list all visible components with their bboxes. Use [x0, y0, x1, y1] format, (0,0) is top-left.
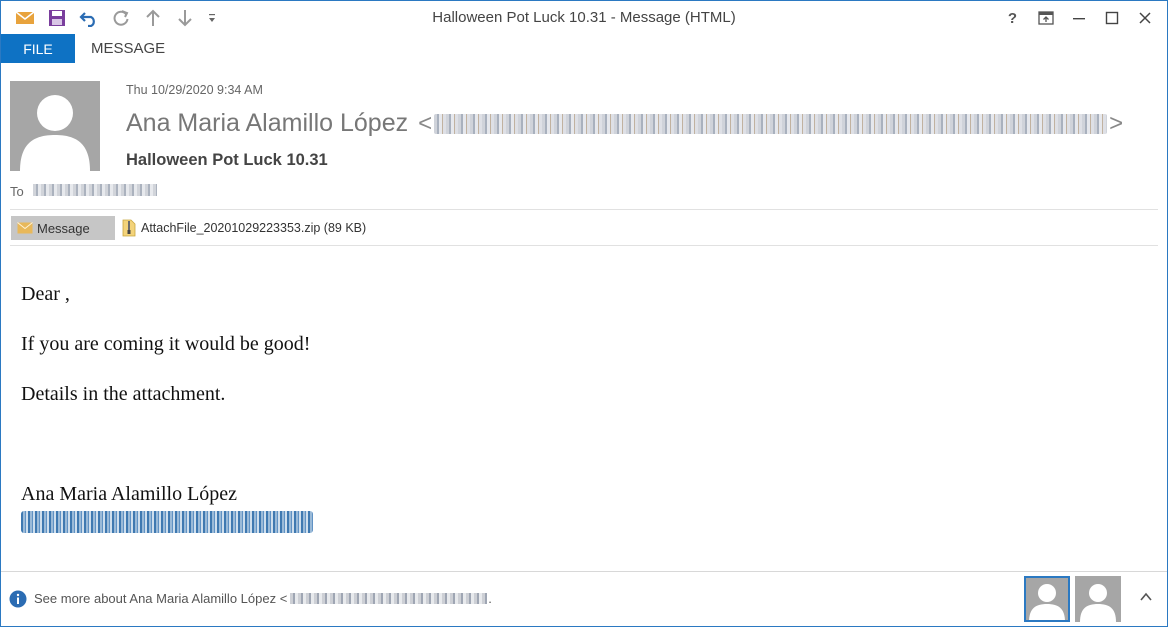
minimize-icon [1072, 18, 1085, 20]
to-label: To [10, 184, 24, 199]
message-subject: Halloween Pot Luck 10.31 [126, 151, 328, 169]
tab-file[interactable]: FILE [1, 34, 75, 63]
sender-name[interactable]: Ana Maria Alamillo López [126, 109, 408, 138]
ribbon-display-options-button[interactable] [1029, 5, 1062, 31]
redacted-sender-email [434, 113, 1108, 134]
sender-line[interactable]: Ana Maria Alamillo López < > [126, 109, 1123, 138]
sender-email-open: < [418, 109, 433, 137]
ribbon-display-icon [1037, 11, 1054, 25]
envelope-icon [17, 222, 33, 234]
body-line-1: If you are coming it would be good! [21, 333, 311, 355]
header-divider [10, 209, 1158, 210]
person-silhouette-icon [20, 95, 90, 171]
tab-message[interactable]: MESSAGE [91, 40, 165, 57]
maximize-icon [1105, 11, 1118, 25]
people-pane-avatar-recipient[interactable] [1075, 576, 1121, 622]
redacted-recipient[interactable] [33, 184, 157, 196]
signature-name: Ana Maria Alamillo López [21, 483, 238, 505]
people-pane-avatar-sender[interactable] [1024, 576, 1070, 622]
footer-period: . [488, 591, 492, 606]
window-controls: ? [996, 5, 1161, 31]
redacted-signature-link[interactable] [21, 511, 313, 533]
people-pane-avatars [1024, 576, 1121, 622]
body-line-2: Details in the attachment. [21, 383, 226, 405]
window-title: Halloween Pot Luck 10.31 - Message (HTML… [432, 9, 736, 26]
ribbon-tabs: FILE MESSAGE [1, 34, 1167, 64]
attachment-divider [10, 245, 1158, 246]
sender-avatar[interactable] [10, 81, 100, 171]
help-button[interactable]: ? [996, 5, 1029, 31]
person-silhouette-icon [1080, 584, 1116, 622]
outlook-message-window: Halloween Pot Luck 10.31 - Message (HTML… [0, 0, 1168, 627]
close-button[interactable] [1128, 5, 1161, 31]
body-greeting: Dear , [21, 283, 70, 305]
attachment-file[interactable]: AttachFile_20201029223353.zip (89 KB) [121, 216, 366, 240]
message-tab-label: Message [37, 220, 90, 236]
attachment-bar: Message AttachFile_20201029223353.zip (8… [10, 216, 1160, 240]
see-more-link[interactable]: See more about Ana Maria Alamillo López … [34, 591, 492, 606]
people-pane: See more about Ana Maria Alamillo López … [1, 572, 1167, 626]
attachment-name: AttachFile_20201029223353.zip (89 KB) [141, 221, 367, 235]
see-more-text: See more about Ana Maria Alamillo López … [34, 591, 288, 606]
minimize-button[interactable] [1062, 5, 1095, 31]
sender-email-close: > [1109, 109, 1124, 137]
message-tab-button[interactable]: Message [11, 216, 115, 240]
maximize-button[interactable] [1095, 5, 1128, 31]
help-icon: ? [1007, 9, 1018, 27]
close-icon [1138, 12, 1151, 24]
sent-date: Thu 10/29/2020 9:34 AM [126, 83, 263, 97]
info-icon [9, 590, 27, 608]
zip-file-icon [122, 219, 136, 237]
person-silhouette-icon [1029, 584, 1065, 622]
chevron-up-icon[interactable] [1139, 590, 1153, 604]
title-bar: Halloween Pot Luck 10.31 - Message (HTML… [1, 1, 1167, 34]
redacted-footer-email [290, 593, 488, 604]
